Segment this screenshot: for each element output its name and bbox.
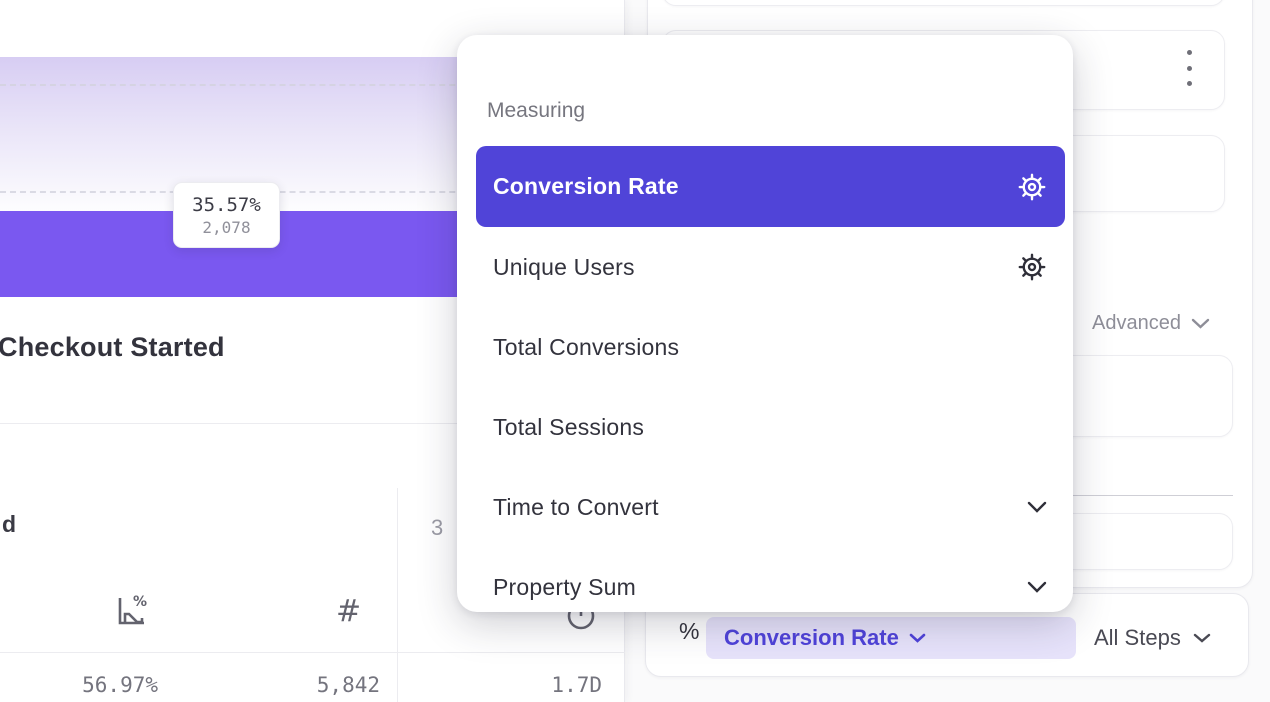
funnel-tooltip: 35.57% 2,078 (173, 182, 280, 248)
menu-item-conversion-rate[interactable]: Conversion Rate (476, 146, 1065, 227)
table-row-divider (0, 652, 625, 653)
menu-item-property-sum[interactable]: Property Sum (476, 558, 1065, 616)
cell-count: 5,842 (260, 673, 380, 697)
tooltip-count: 2,078 (202, 218, 250, 237)
all-steps-dropdown[interactable]: All Steps (1094, 617, 1211, 659)
table-column-divider (397, 488, 398, 702)
step-header-label: Checkout Started (0, 332, 225, 363)
menu-item-time-to-convert[interactable]: Time to Convert (476, 478, 1065, 536)
svg-text:%: % (133, 594, 147, 610)
menu-item-label: Unique Users (493, 254, 635, 281)
chevron-down-icon (1193, 633, 1211, 643)
menu-item-label: Total Sessions (493, 414, 644, 441)
measuring-menu-label: Measuring (487, 99, 585, 123)
cell-time: 1.7D (482, 673, 602, 697)
metric-chip-label: Conversion Rate (724, 625, 899, 651)
advanced-label: Advanced (1092, 312, 1181, 335)
table-step3-label: 3 (431, 515, 443, 541)
builder-row-card[interactable] (662, 0, 1225, 6)
chevron-down-icon (909, 633, 926, 643)
menu-item-unique-users[interactable]: Unique Users (476, 238, 1065, 296)
menu-item-label: Total Conversions (493, 334, 679, 361)
kebab-menu-icon[interactable] (1182, 50, 1196, 86)
all-steps-label: All Steps (1094, 625, 1181, 651)
percent-symbol: % (679, 618, 699, 645)
cell-conversion-rate: 56.97% (38, 673, 158, 697)
gear-icon[interactable] (1017, 172, 1047, 202)
conversion-rate-icon: % (112, 592, 150, 630)
count-icon: # (336, 594, 361, 629)
chevron-down-icon (1027, 501, 1047, 513)
menu-item-label: Time to Convert (493, 494, 659, 521)
measuring-menu: Measuring Conversion Rate Unique Users T… (457, 35, 1073, 612)
chevron-down-icon (1027, 581, 1047, 593)
menu-item-total-sessions[interactable]: Total Sessions (476, 398, 1065, 456)
chevron-down-icon (1191, 318, 1210, 329)
tooltip-rate: 35.57% (192, 194, 261, 216)
table-step2-label-fragment: d (2, 511, 16, 538)
metric-chip-dropdown[interactable]: Conversion Rate (706, 617, 1076, 659)
menu-item-label: Property Sum (493, 574, 636, 601)
menu-item-total-conversions[interactable]: Total Conversions (476, 318, 1065, 376)
gear-icon[interactable] (1017, 252, 1047, 282)
menu-item-label: Conversion Rate (493, 173, 679, 200)
